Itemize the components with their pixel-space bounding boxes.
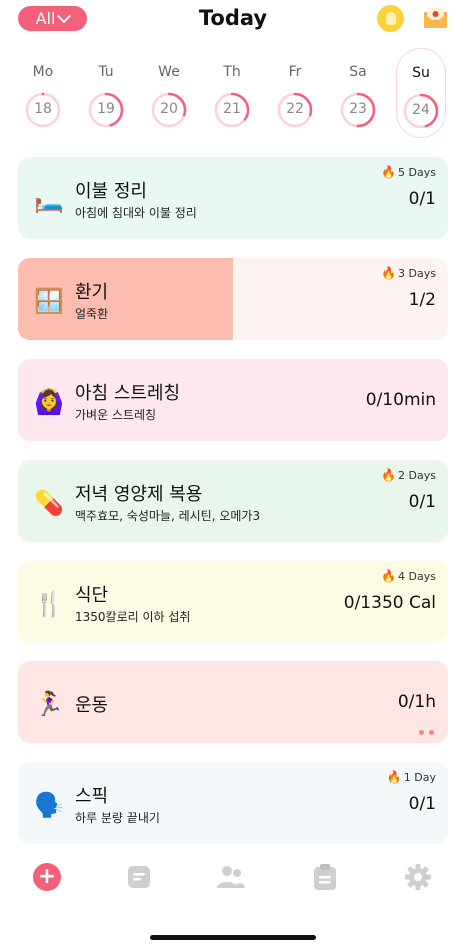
streak-text: 5 Days: [398, 165, 436, 179]
habit-card[interactable]: 💊 저녁 영양제 복용맥주효모, 숙성마늘, 레시틴, 오메가3 🔥 2 Days 0/…: [18, 460, 448, 542]
streak-text: 4 Days: [398, 569, 436, 583]
people-icon: [217, 866, 245, 888]
day-label: Fr: [288, 64, 302, 80]
more-dots-icon[interactable]: [419, 730, 434, 735]
home-indicator: [150, 935, 316, 940]
tab-clipboard[interactable]: [310, 862, 340, 892]
streak-badge: 🔥 2 Days: [381, 468, 436, 482]
add-icon[interactable]: +: [33, 863, 61, 891]
habit-title: 운동: [75, 695, 109, 716]
day-label: Tu: [98, 64, 114, 80]
flame-icon: 🔥: [381, 468, 397, 482]
notes-icon: [128, 866, 150, 888]
clipboard-icon: [314, 864, 336, 890]
habit-subtitle: 가벼운 스트레칭: [75, 408, 157, 422]
habit-card[interactable]: 🪟 환기얼죽환 🔥 3 Days 1/2: [18, 258, 448, 340]
tab-bar: +: [0, 862, 466, 902]
habit-subtitle: 하루 분량 끝내기: [75, 811, 160, 825]
streak-badge: 🔥 3 Days: [381, 266, 436, 280]
person-stretching-icon: 🙆‍♀️: [34, 388, 64, 416]
day-number: 24: [412, 102, 430, 118]
habit-value: 0/1: [408, 492, 436, 512]
habit-value: 1/2: [408, 290, 436, 310]
bed-icon: 🛏️: [34, 186, 64, 214]
day-sa[interactable]: Sa 23: [333, 58, 383, 138]
day-label: Su: [412, 65, 430, 81]
header: All Today: [0, 0, 466, 40]
day-label: Mo: [32, 64, 54, 80]
day-number: 20: [160, 101, 178, 117]
day-su[interactable]: Su 24: [396, 48, 446, 138]
day-mo[interactable]: Mo 18: [18, 58, 68, 138]
habit-card[interactable]: 🍴 식단 1350칼로리 이하 섭취 🔥 4 Days 0/1350 Cal: [18, 561, 448, 643]
streak-badge: 🔥 1 Day: [387, 770, 436, 784]
flame-icon: 🔥: [381, 569, 397, 583]
habit-title: 식단: [75, 585, 109, 606]
streak-badge: 🔥 4 Days: [381, 569, 436, 583]
day-number: 21: [223, 101, 241, 117]
tab-people[interactable]: [216, 862, 246, 892]
flame-icon: 🔥: [381, 266, 397, 280]
habit-title: 아침 스트레칭: [75, 383, 181, 404]
day-progress-ring: 21: [214, 92, 250, 128]
day-progress-ring: 19: [88, 92, 124, 128]
habit-card[interactable]: 🛏️ 이불 정리아침에 침대와 이불 정리 🔥 5 Days 0/1: [18, 157, 448, 239]
day-fr[interactable]: Fr 22: [270, 58, 320, 138]
day-tu[interactable]: Tu 19: [81, 58, 131, 138]
habit-subtitle: 맥주효모, 숙성마늘, 레시틴, 오메가3: [75, 509, 261, 523]
habit-value: 0/1: [408, 189, 436, 209]
day-th[interactable]: Th 21: [207, 58, 257, 138]
habit-card[interactable]: 🙆‍♀️ 아침 스트레칭가벼운 스트레칭 0/10min: [18, 359, 448, 441]
window-icon: 🪟: [34, 287, 64, 315]
day-progress-ring: 20: [151, 92, 187, 128]
day-number: 23: [349, 101, 367, 117]
week-calendar: Mo 18 Tu 19 We 20 Th 21 Fr 22 Sa 23 Su 24: [12, 48, 454, 138]
tab-settings[interactable]: [403, 862, 433, 892]
lightbulb-icon[interactable]: [377, 5, 404, 32]
flame-icon: 🔥: [381, 165, 397, 179]
streak-text: 2 Days: [398, 468, 436, 482]
habit-value: 0/1350 Cal: [343, 593, 436, 613]
streak-badge: 🔥 5 Days: [381, 165, 436, 179]
pill-icon: 💊: [34, 489, 64, 517]
tab-notes[interactable]: [124, 862, 154, 892]
habit-value: 0/10min: [365, 390, 436, 410]
day-progress-ring: 24: [403, 93, 439, 129]
habit-card[interactable]: 🏃‍♀️ 운동 0/1h: [18, 661, 448, 743]
habit-card[interactable]: 🗣️ 스픽하루 분량 끝내기 🔥 1 Day 0/1: [18, 762, 448, 844]
mail-icon[interactable]: [423, 7, 448, 29]
habit-subtitle: 아침에 침대와 이불 정리: [75, 206, 197, 220]
day-label: Sa: [349, 64, 367, 80]
day-label: We: [158, 64, 180, 80]
habit-title: 스픽: [75, 786, 109, 807]
streak-text: 1 Day: [403, 770, 436, 784]
day-number: 19: [97, 101, 115, 117]
habit-value: 0/1: [408, 794, 436, 814]
streak-text: 3 Days: [398, 266, 436, 280]
gear-icon: [405, 864, 431, 890]
flame-icon: 🔥: [386, 770, 402, 784]
habit-title: 저녁 영양제 복용: [75, 484, 203, 505]
day-number: 22: [286, 101, 304, 117]
day-label: Th: [223, 64, 241, 80]
habit-title: 이불 정리: [75, 181, 147, 202]
speaking-head-icon: 🗣️: [34, 791, 64, 819]
habit-subtitle: 1350칼로리 이하 섭취: [75, 610, 191, 624]
day-we[interactable]: We 20: [144, 58, 194, 138]
fork-knife-icon: 🍴: [34, 590, 64, 618]
day-progress-ring: 18: [25, 92, 61, 128]
tab-add[interactable]: +: [32, 862, 62, 892]
day-number: 18: [34, 101, 52, 117]
habit-subtitle: 얼죽환: [75, 307, 109, 321]
habit-value: 0/1h: [397, 692, 436, 712]
runner-icon: 🏃‍♀️: [34, 690, 64, 718]
habit-title: 환기: [75, 282, 109, 303]
day-progress-ring: 23: [340, 92, 376, 128]
day-progress-ring: 22: [277, 92, 313, 128]
